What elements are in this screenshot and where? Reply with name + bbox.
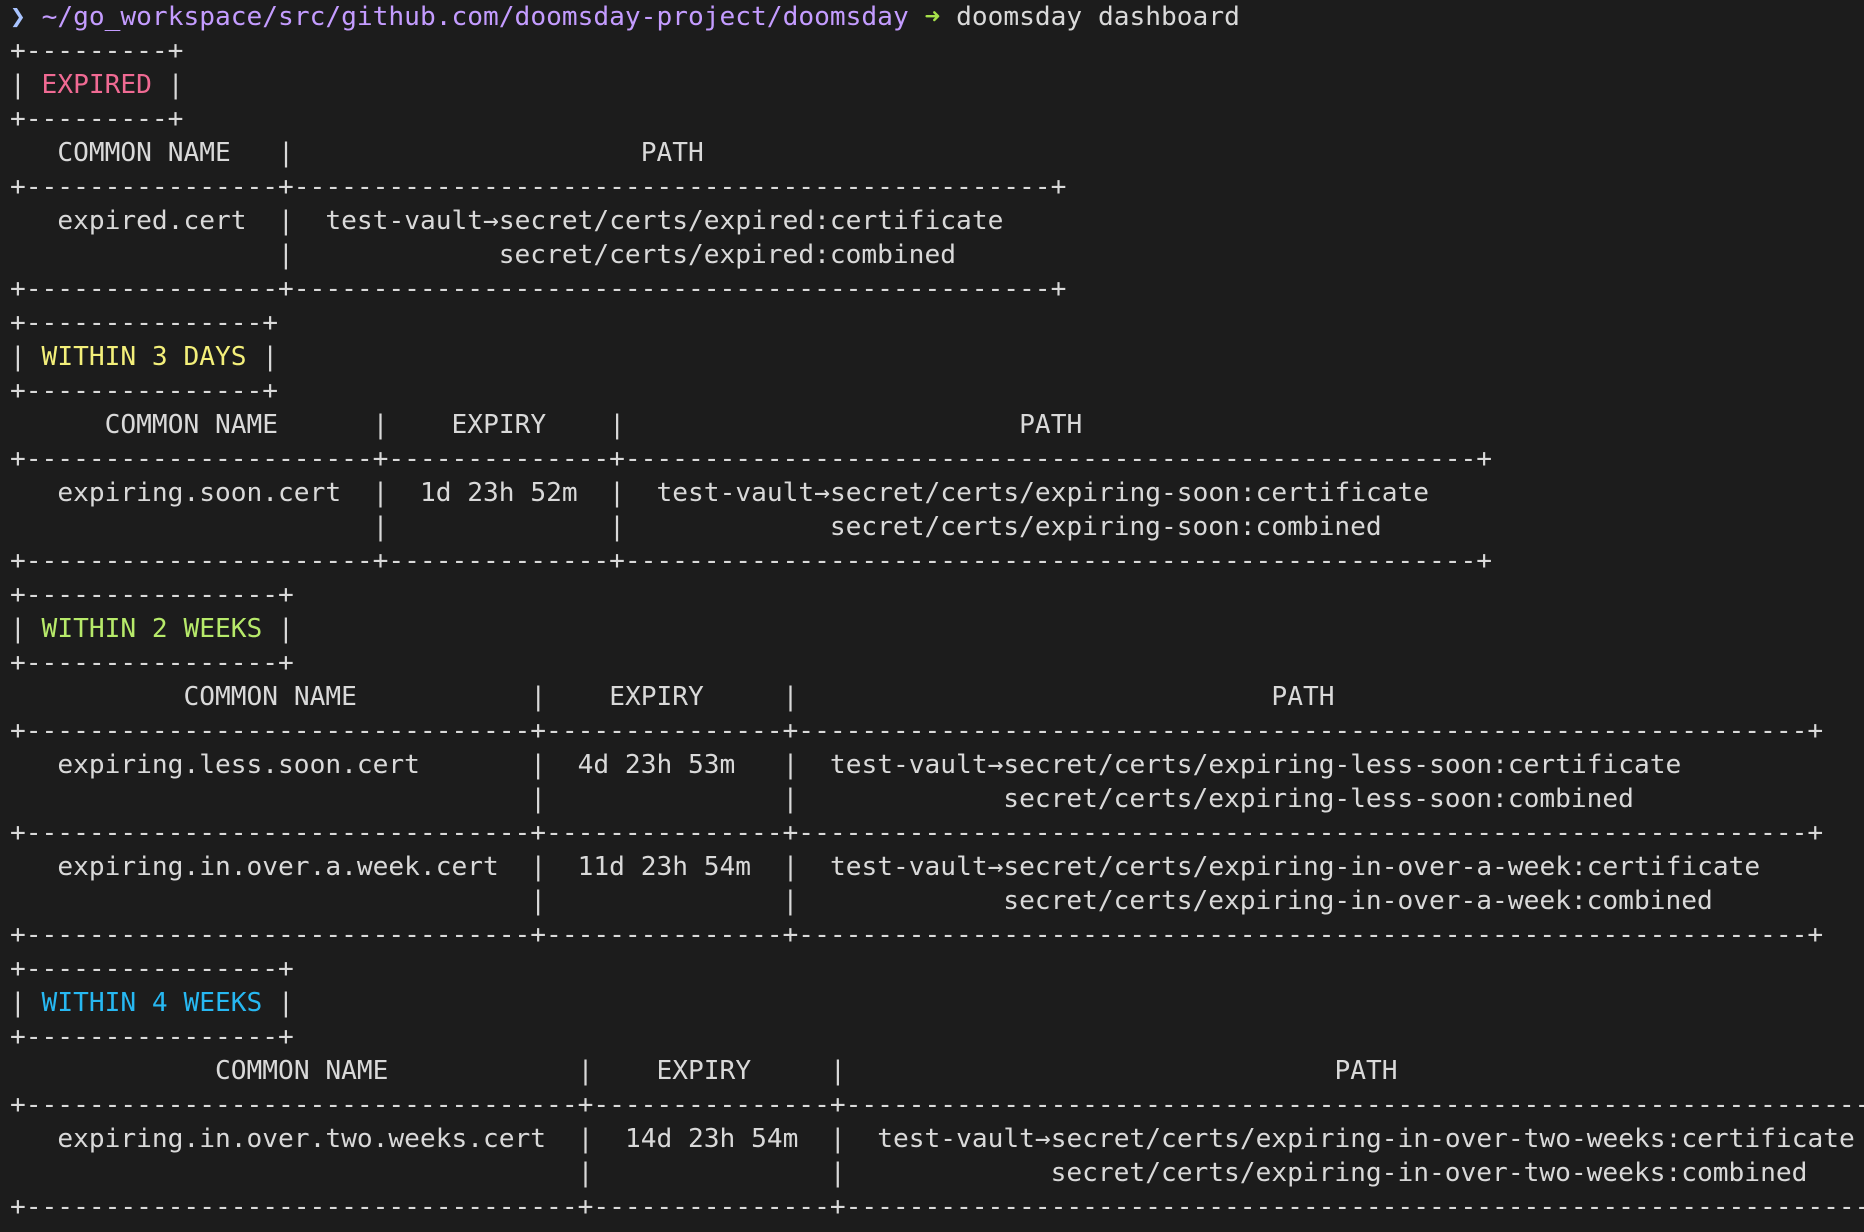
section-title-border: +---------------+: [10, 376, 279, 406]
cert-path: secret/certs/expiring-in-over-a-week:cer…: [1003, 852, 1761, 882]
cert-path: secret/certs/expired:combined: [498, 240, 956, 270]
column-header: EXPIRY: [656, 1056, 752, 1086]
prompt-path: ~/go_workspace/src/github.com/doomsday-p…: [41, 2, 909, 32]
table-separator: +-----------------------------------+---…: [10, 1090, 1864, 1120]
table-row: expiring.soon.cert | 1d 23h 52m | test-v…: [57, 478, 1430, 508]
table-separator: +----------------------+--------------+-…: [10, 444, 1493, 474]
section-title: WITHIN 2 WEEKS: [41, 614, 263, 644]
section-title-border: +---------------+: [10, 308, 279, 338]
section-title-line: | WITHIN 3 DAYS |: [10, 342, 279, 372]
section-title: WITHIN 4 WEEKS: [41, 988, 263, 1018]
table-row: expired.cert | test-vault→secret/certs/e…: [57, 206, 1004, 236]
cert-path: secret/certs/expiring-in-over-a-week:com…: [1003, 886, 1713, 916]
column-header: PATH: [640, 138, 704, 168]
section-title-line: | EXPIRED |: [10, 70, 184, 100]
table-separator: +--------------------------------+------…: [10, 818, 1824, 848]
table-row-continuation: | | secret/certs/expiring-less-soon:comb…: [10, 784, 1634, 814]
cert-path: secret/certs/expiring-less-soon:combined: [1003, 784, 1634, 814]
cert-backend: test-vault: [829, 750, 988, 780]
table-row-continuation: | secret/certs/expired:combined: [10, 240, 956, 270]
prompt-caret-icon: ❯: [10, 2, 26, 32]
section-title: EXPIRED: [41, 70, 152, 100]
cert-path: secret/certs/expired:certificate: [498, 206, 1004, 236]
section-title-line: | WITHIN 2 WEEKS |: [10, 614, 294, 644]
column-header: EXPIRY: [451, 410, 547, 440]
table-row: expiring.in.over.two.weeks.cert | 14d 23…: [57, 1124, 1855, 1154]
table-row-continuation: | | secret/certs/expiring-soon:combined: [10, 512, 1382, 542]
section-title-border: +----------------+: [10, 1022, 294, 1052]
section-title-border: +----------------+: [10, 580, 294, 610]
section-title-border: +----------------+: [10, 648, 294, 678]
cert-common-name: expiring.in.over.a.week.cert: [57, 852, 499, 882]
column-header: COMMON NAME: [214, 1056, 389, 1086]
table-row: expiring.less.soon.cert | 4d 23h 53m | t…: [57, 750, 1682, 780]
table-separator: +----------------+----------------------…: [10, 172, 1067, 202]
prompt-command: doomsday dashboard: [956, 2, 1240, 32]
table-separator: +--------------------------------+------…: [10, 716, 1824, 746]
cert-path: secret/certs/expiring-soon:certificate: [829, 478, 1430, 508]
cert-common-name: expired.cert: [57, 206, 247, 236]
cert-common-name: expiring.soon.cert: [57, 478, 342, 508]
table-header-row: COMMON NAME | PATH: [57, 138, 704, 168]
cert-path: secret/certs/expiring-in-over-two-weeks:…: [1050, 1124, 1855, 1154]
cert-expiry: 4d 23h 53m: [577, 750, 736, 780]
section-title-border: +----------------+: [10, 954, 294, 984]
column-header: COMMON NAME: [104, 410, 279, 440]
table-header-row: COMMON NAME | EXPIRY | PATH: [183, 682, 1335, 712]
cert-expiry: 14d 23h 54m: [624, 1124, 799, 1154]
table-separator: +----------------------+--------------+-…: [10, 546, 1493, 576]
cert-backend: test-vault: [829, 852, 988, 882]
cert-path: secret/certs/expiring-less-soon:certific…: [1003, 750, 1682, 780]
cert-expiry: 11d 23h 54m: [577, 852, 752, 882]
cert-common-name: expiring.less.soon.cert: [57, 750, 420, 780]
column-header: COMMON NAME: [183, 682, 357, 712]
table-row: expiring.in.over.a.week.cert | 11d 23h 5…: [57, 852, 1761, 882]
dashboard-output: +---------+ | EXPIRED | +---------+ COMMON…: [10, 34, 1864, 1224]
table-header-row: COMMON NAME | EXPIRY | PATH: [214, 1056, 1398, 1086]
table-header-row: COMMON NAME | EXPIRY | PATH: [104, 410, 1083, 440]
section-title-border: +---------+: [10, 104, 184, 134]
column-header: COMMON NAME: [57, 138, 231, 168]
section-title-line: | WITHIN 4 WEEKS |: [10, 988, 294, 1018]
table-separator: +--------------------------------+------…: [10, 920, 1824, 950]
cert-backend: test-vault: [325, 206, 484, 236]
section-title: WITHIN 3 DAYS: [41, 342, 247, 372]
cert-backend: test-vault: [877, 1124, 1035, 1154]
column-header: PATH: [1271, 682, 1335, 712]
table-separator: +-----------------------------------+---…: [10, 1192, 1864, 1222]
column-header: EXPIRY: [609, 682, 704, 712]
cert-path: secret/certs/expiring-soon:combined: [829, 512, 1382, 542]
section-title-border: +---------+: [10, 36, 184, 66]
terminal-window[interactable]: ❯ ~/go_workspace/src/github.com/doomsday…: [10, 0, 1864, 1232]
table-separator: +----------------+----------------------…: [10, 274, 1067, 304]
column-header: PATH: [1334, 1056, 1398, 1086]
cert-common-name: expiring.in.over.two.weeks.cert: [57, 1124, 547, 1154]
column-header: PATH: [1019, 410, 1083, 440]
table-row-continuation: | | secret/certs/expiring-in-over-a-week…: [10, 886, 1713, 916]
cert-path: secret/certs/expiring-in-over-two-weeks:…: [1050, 1158, 1808, 1188]
cert-backend: test-vault: [656, 478, 815, 508]
table-row-continuation: | | secret/certs/expiring-in-over-two-we…: [10, 1158, 1808, 1188]
prompt-arrow-icon: ➜: [924, 2, 941, 32]
prompt-line: ❯ ~/go_workspace/src/github.com/doomsday…: [10, 0, 1864, 34]
cert-expiry: 1d 23h 52m: [419, 478, 578, 508]
